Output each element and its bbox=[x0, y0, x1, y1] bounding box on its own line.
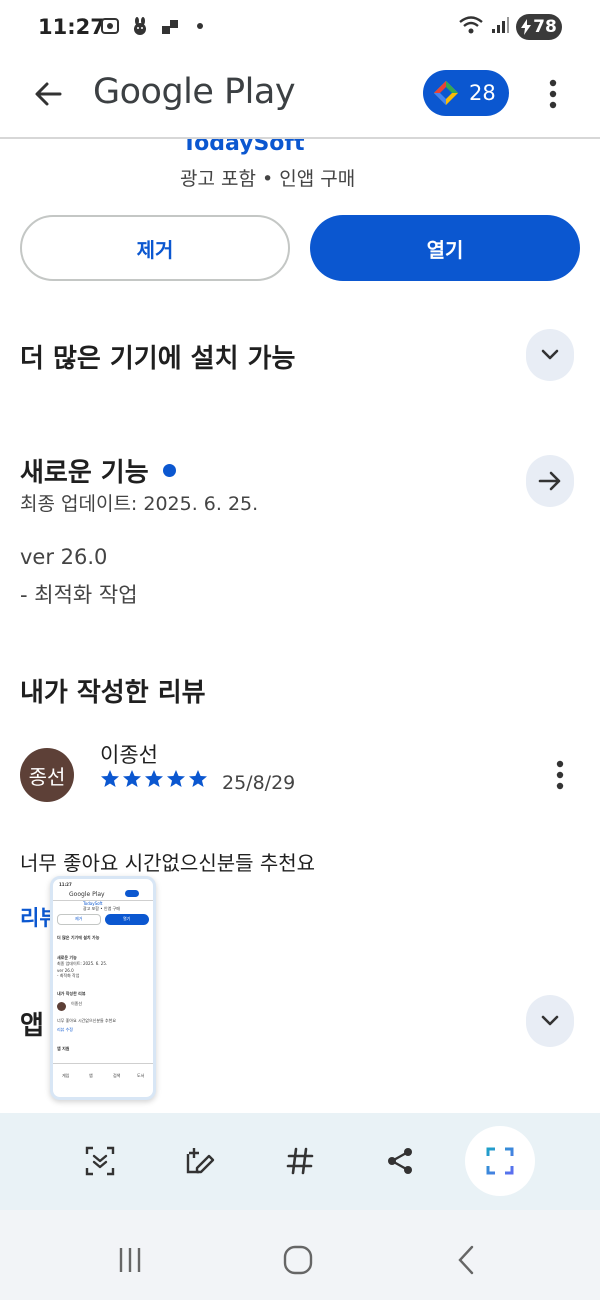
capture-toolbar bbox=[0, 1113, 600, 1210]
crop-button[interactable] bbox=[465, 1126, 535, 1196]
play-points-button[interactable]: 28 bbox=[423, 70, 509, 116]
my-review-title: 내가 작성한 리뷰 bbox=[20, 678, 206, 708]
scroll-capture-button[interactable] bbox=[72, 1133, 128, 1189]
recent-apps-icon bbox=[119, 1248, 141, 1272]
more-devices-title: 더 많은 기기에 설치 가능 bbox=[20, 344, 296, 374]
thumb-more-devices: 더 많은 기기에 설치 가능 bbox=[57, 935, 100, 940]
thumb-title: Google Play bbox=[69, 891, 105, 898]
back-button[interactable] bbox=[28, 74, 68, 114]
screen: 11:27 78 Google Play 28 TodaySoft 광고 포함 … bbox=[0, 0, 600, 1300]
thumb-updated: 최종 업데이트: 2025. 6. 25. bbox=[57, 961, 108, 966]
app-support-title: 앱 bbox=[20, 1011, 44, 1041]
thumb-remove-label: 제거 bbox=[75, 916, 83, 921]
chevron-down-icon bbox=[541, 1015, 559, 1026]
review-date: 25/8/29 bbox=[222, 772, 296, 794]
more-options-button[interactable] bbox=[538, 74, 568, 114]
wifi-icon bbox=[458, 14, 484, 40]
open-button[interactable]: 열기 bbox=[310, 215, 580, 281]
screenshot-notification-icon bbox=[100, 16, 120, 36]
recent-apps-button[interactable] bbox=[110, 1240, 150, 1280]
review-more-button[interactable] bbox=[548, 759, 572, 791]
developer-link[interactable]: TodaySoft bbox=[182, 139, 305, 156]
home-icon bbox=[283, 1245, 313, 1275]
charging-bolt-icon bbox=[521, 19, 532, 35]
star-icon bbox=[145, 770, 163, 787]
draw-icon bbox=[186, 1148, 215, 1174]
thumb-link: 리뷰 수정 bbox=[57, 1027, 73, 1032]
thumb-tab-apps: 앱 bbox=[89, 1073, 93, 1078]
system-navigation-bar bbox=[0, 1210, 600, 1300]
version-text: ver 26.0 bbox=[20, 545, 108, 569]
draw-edit-button[interactable] bbox=[172, 1133, 228, 1189]
thumb-meta: 광고 포함 • 인앱 구매 bbox=[83, 906, 120, 911]
app-notification-icon bbox=[160, 16, 180, 36]
star-icon bbox=[123, 770, 141, 787]
chevron-down-icon bbox=[541, 349, 559, 360]
thumb-app-support: 앱 지원 bbox=[57, 1046, 70, 1051]
star-icon bbox=[101, 770, 119, 787]
status-bar: 11:27 78 bbox=[0, 0, 600, 56]
play-points-count: 28 bbox=[469, 81, 496, 105]
star-rating bbox=[100, 769, 208, 789]
thumb-tab-divider bbox=[53, 1063, 153, 1064]
remove-button[interactable]: 제거 bbox=[20, 215, 290, 281]
thumb-review-text: 너무 좋아요 시간없으신분들 추천요 bbox=[57, 1018, 117, 1023]
home-button[interactable] bbox=[278, 1240, 318, 1280]
back-chevron-icon bbox=[458, 1245, 474, 1275]
last-updated: 최종 업데이트: 2025. 6. 25. bbox=[20, 493, 259, 515]
crop-frame-icon bbox=[486, 1147, 514, 1175]
back-arrow-icon bbox=[35, 82, 62, 106]
thumb-divider bbox=[53, 900, 153, 901]
thumb-time: 11:27 bbox=[59, 882, 72, 887]
back-nav-button[interactable] bbox=[446, 1240, 486, 1280]
thumb-note: - 최적화 작업 bbox=[57, 973, 80, 978]
screenshot-thumbnail[interactable]: 11:27 Google Play TodaySoft 광고 포함 • 인앱 구… bbox=[50, 876, 156, 1100]
whats-new-label: 새로운 기능 bbox=[20, 458, 149, 488]
hashtag-icon bbox=[286, 1147, 314, 1175]
app-meta: 광고 포함 • 인앱 구매 bbox=[180, 168, 356, 190]
hashtag-button[interactable] bbox=[272, 1133, 328, 1189]
notification-icons bbox=[100, 16, 210, 36]
more-vert-icon bbox=[556, 760, 564, 790]
thumb-tab-search: 검색 bbox=[113, 1073, 121, 1078]
status-time: 11:27 bbox=[38, 15, 105, 39]
more-vert-icon bbox=[549, 79, 557, 109]
more-notifications-dot-icon bbox=[190, 16, 210, 36]
rabbit-notification-icon bbox=[130, 16, 150, 36]
battery-level: 78 bbox=[533, 17, 557, 37]
app-title: Google Play bbox=[93, 72, 296, 112]
thumb-tab-books: 도서 bbox=[137, 1073, 145, 1078]
thumb-reviewer: 이종선 bbox=[71, 1001, 83, 1006]
new-indicator-dot bbox=[162, 464, 176, 477]
thumb-tab-games: 게임 bbox=[62, 1073, 70, 1078]
review-text: 너무 좋아요 시간없으신분들 추천요 bbox=[20, 851, 316, 875]
more-devices-expand-button[interactable] bbox=[526, 329, 574, 381]
avatar: 종선 bbox=[20, 748, 74, 802]
signal-icon bbox=[490, 15, 510, 39]
battery-indicator: 78 bbox=[516, 14, 562, 40]
reviewer-name: 이종선 bbox=[100, 743, 158, 767]
app-support-expand-button[interactable] bbox=[526, 995, 574, 1047]
thumb-points bbox=[125, 890, 139, 897]
play-points-diamond-icon bbox=[434, 81, 458, 105]
system-icons: 78 bbox=[458, 14, 562, 40]
whats-new-arrow-button[interactable] bbox=[526, 455, 574, 507]
scroll-capture-icon bbox=[85, 1146, 115, 1176]
thumb-avatar bbox=[57, 1002, 66, 1011]
star-icon bbox=[167, 770, 185, 787]
thumb-open-label: 열기 bbox=[123, 916, 131, 921]
release-note: - 최적화 작업 bbox=[20, 583, 138, 607]
share-icon bbox=[388, 1148, 412, 1174]
app-bar: Google Play 28 bbox=[0, 56, 600, 136]
share-button[interactable] bbox=[372, 1133, 428, 1189]
thumb-my-review: 내가 작성한 리뷰 bbox=[57, 991, 86, 996]
whats-new-title: 새로운 기능 bbox=[20, 452, 176, 489]
arrow-forward-icon bbox=[538, 471, 561, 491]
star-icon bbox=[189, 770, 207, 787]
